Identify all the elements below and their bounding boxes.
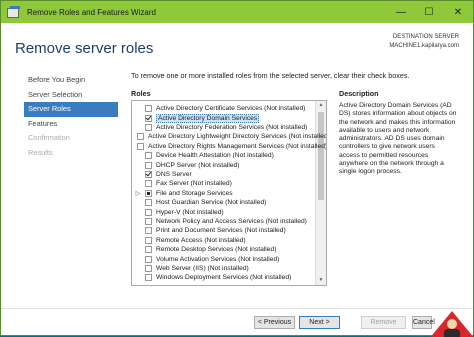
role-label: Active Directory Rights Management Servi… — [148, 142, 327, 150]
role-checkbox[interactable] — [145, 189, 152, 197]
role-row[interactable]: Device Health Attestation (Not installed… — [132, 151, 316, 160]
role-label: Network Policy and Access Services (Not … — [156, 217, 307, 225]
role-checkbox[interactable] — [137, 133, 144, 141]
role-row[interactable]: Hyper-V (Not installed) — [132, 207, 316, 216]
role-row[interactable]: Active Directory Rights Management Servi… — [132, 142, 326, 151]
wizard-window: Remove Roles and Features Wizard — ☐ ✕ R… — [0, 0, 474, 337]
role-checkbox[interactable] — [145, 105, 152, 113]
role-label: Windows Deployment Services (Not install… — [156, 274, 292, 282]
role-checkbox[interactable] — [145, 123, 152, 131]
role-checkbox[interactable] — [145, 114, 152, 122]
role-label: DNS Server — [156, 170, 192, 178]
previous-button[interactable]: < Previous — [254, 316, 295, 329]
role-label: Hyper-V (Not installed) — [156, 208, 224, 216]
role-row[interactable]: Web Server (IIS) (Not installed) — [132, 264, 316, 273]
roles-list[interactable]: ▲ ▼ Active Directory Certificate Service… — [131, 100, 327, 286]
role-row[interactable]: Active Directory Federation Services (No… — [132, 123, 316, 132]
roles-heading: Roles — [131, 89, 151, 98]
scroll-down-icon[interactable]: ▼ — [316, 276, 326, 285]
role-checkbox[interactable] — [145, 217, 152, 225]
role-label: Web Server (IIS) (Not installed) — [156, 264, 249, 272]
role-label: Fax Server (Not installed) — [156, 180, 232, 188]
role-checkbox[interactable] — [145, 161, 152, 169]
role-row[interactable]: Remote Access (Not installed) — [132, 236, 316, 245]
role-label: Host Guardian Service (Not installed) — [156, 199, 267, 207]
next-button[interactable]: Next > — [299, 316, 340, 329]
role-row[interactable]: Fax Server (Not installed) — [132, 179, 316, 188]
role-checkbox[interactable] — [145, 264, 152, 272]
role-checkbox[interactable] — [145, 236, 152, 244]
role-label: Active Directory Lightweight Directory S… — [148, 133, 327, 141]
role-checkbox[interactable] — [145, 274, 152, 282]
role-checkbox[interactable] — [145, 152, 152, 160]
maximize-icon[interactable]: ☐ — [415, 1, 443, 23]
role-checkbox[interactable] — [145, 208, 152, 216]
role-label: Volume Activation Services (Not installe… — [156, 255, 280, 263]
role-label: DHCP Server (Not installed) — [156, 161, 240, 169]
role-checkbox[interactable] — [137, 142, 144, 150]
role-row[interactable]: Windows Deployment Services (Not install… — [132, 273, 316, 282]
role-label: Active Directory Federation Services (No… — [156, 123, 308, 131]
minimize-icon[interactable]: — — [387, 1, 415, 23]
nav-item-server-roles[interactable]: Server Roles — [24, 102, 118, 117]
role-row[interactable]: DNS Server — [132, 170, 316, 179]
role-label: Remote Desktop Services (Not installed) — [156, 246, 277, 254]
role-checkbox[interactable] — [145, 170, 152, 178]
role-row[interactable]: Active Directory Lightweight Directory S… — [132, 132, 326, 141]
wizard-header: Remove server roles DESTINATION SERVER M… — [1, 23, 473, 67]
role-label: Print and Document Services (Not install… — [156, 227, 286, 235]
role-row[interactable]: Print and Document Services (Not install… — [132, 226, 316, 235]
nav-item-confirmation: Confirmation — [28, 133, 70, 143]
watermark-logo — [429, 309, 474, 337]
role-row[interactable]: ▷ File and Storage Services — [132, 189, 316, 198]
role-label: Active Directory Domain Services — [156, 113, 260, 123]
role-row[interactable]: Network Policy and Access Services (Not … — [132, 217, 316, 226]
nav-item-before-you-begin[interactable]: Before You Begin — [24, 73, 124, 88]
description-text: Active Directory Domain Services (AD DS)… — [339, 102, 457, 176]
role-label: Remote Access (Not installed) — [156, 236, 246, 244]
destination-server-label: DESTINATION SERVER — [392, 34, 459, 40]
role-row[interactable]: Host Guardian Service (Not installed) — [132, 198, 316, 207]
description-heading: Description — [339, 89, 379, 98]
footer-divider — [1, 308, 473, 309]
role-row[interactable]: Active Directory Domain Services — [132, 113, 316, 123]
nav-item-features[interactable]: Features — [24, 117, 124, 132]
role-checkbox[interactable] — [145, 246, 152, 254]
role-label: Active Directory Certificate Services (N… — [156, 105, 306, 113]
role-checkbox[interactable] — [145, 199, 152, 207]
nav-item-server-selection[interactable]: Server Selection — [24, 88, 124, 103]
role-label: File and Storage Services — [156, 189, 233, 197]
role-row[interactable]: Remote Desktop Services (Not installed) — [132, 245, 316, 254]
scroll-up-icon[interactable]: ▲ — [316, 101, 326, 110]
roles-scrollbar[interactable]: ▲ ▼ — [315, 101, 326, 285]
remove-button[interactable]: Remove — [361, 316, 406, 329]
role-row[interactable]: DHCP Server (Not installed) — [132, 160, 316, 169]
role-row[interactable]: Active Directory Certificate Services (N… — [132, 104, 316, 113]
server-manager-icon — [7, 6, 21, 18]
scroll-thumb[interactable] — [318, 112, 324, 200]
role-label: Device Health Attestation (Not installed… — [156, 152, 274, 160]
expand-arrow-icon[interactable]: ▷ — [134, 190, 142, 197]
close-icon[interactable]: ✕ — [443, 1, 473, 23]
destination-server-name: MACHINE1.kapilarya.com — [389, 43, 459, 49]
nav-item-results: Results — [28, 147, 53, 157]
role-checkbox[interactable] — [145, 255, 152, 263]
wizard-nav: Before You Begin Server Selection Server R… — [24, 73, 124, 161]
role-row[interactable]: Volume Activation Services (Not installe… — [132, 254, 316, 263]
window-title: Remove Roles and Features Wizard — [27, 7, 156, 17]
role-checkbox[interactable] — [145, 227, 152, 235]
title-bar[interactable]: Remove Roles and Features Wizard — ☐ ✕ — [1, 1, 473, 23]
page-title: Remove server roles — [15, 40, 154, 57]
role-checkbox[interactable] — [145, 180, 152, 188]
instruction-text: To remove one or more installed roles fr… — [131, 71, 410, 80]
